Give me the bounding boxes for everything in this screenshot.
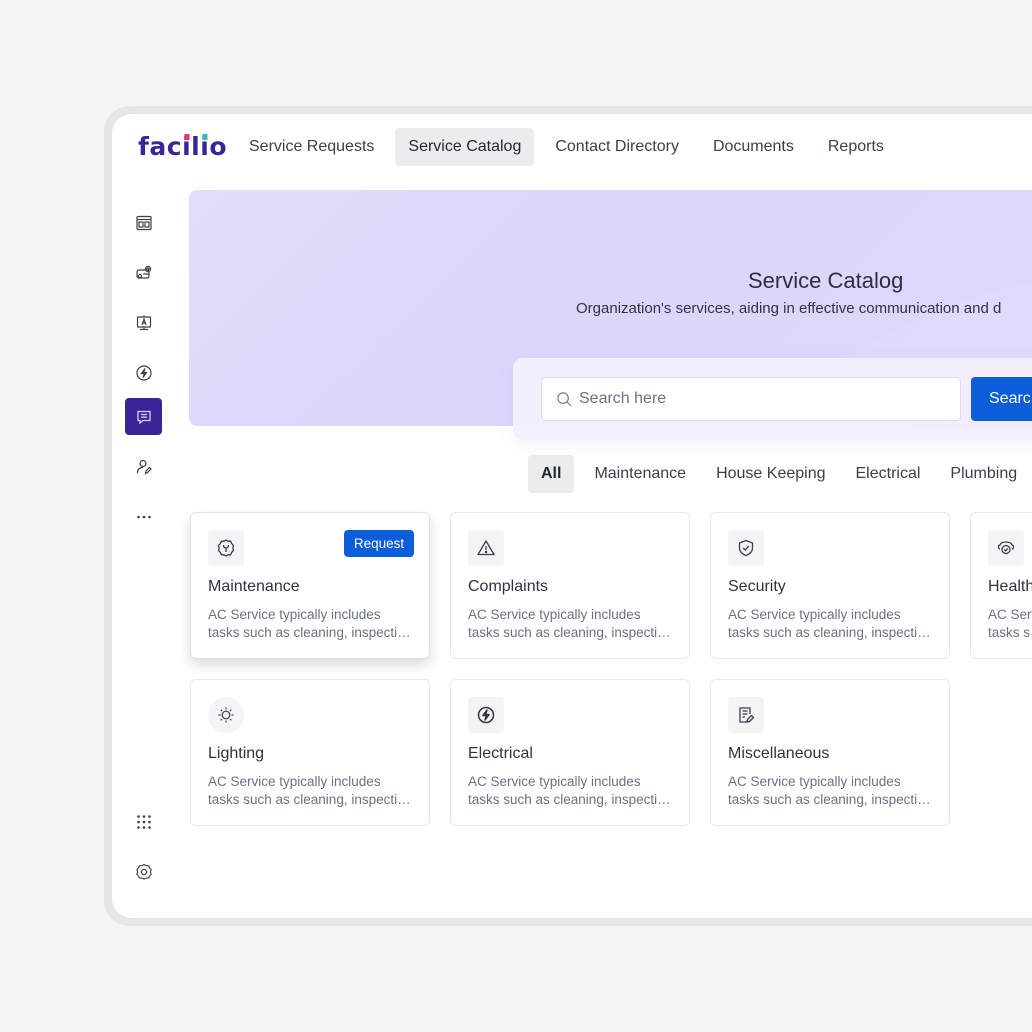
dashboard-icon [135,215,152,230]
card-icon-box [468,530,504,566]
sidebar-item-visitor[interactable] [125,304,162,341]
card-description: AC Service typically includes tasks such… [208,773,420,809]
sidebar [112,190,174,918]
card-icon-box [468,697,504,733]
tab-service-catalog[interactable]: Service Catalog [395,128,535,166]
search-input[interactable]: Search here [541,377,961,421]
chat-icon [136,410,151,424]
search-icon [557,391,572,407]
apps-grid-icon [136,814,151,829]
tab-contact-directory[interactable]: Contact Directory [542,128,692,166]
card-description: AC Service typically includes tasks such… [728,773,940,809]
tab-documents[interactable]: Documents [700,128,807,166]
filter-house-keeping[interactable]: House Keeping [706,455,835,493]
card-description: AC Service typically includes tasks such… [468,773,680,809]
card-description-line: tasks such as cleaning, inspecti… [728,625,931,640]
card-description-line: AC Serv [988,607,1032,622]
card-description: AC Service typically includes tasks such… [728,606,940,642]
visitor-icon [136,315,151,330]
card-icon-box [728,697,764,733]
sidebar-item-assets[interactable] [125,254,162,291]
card-description-line: tasks such as cleaning, inspecti… [468,792,671,807]
card-description-line: tasks such as cleaning, inspecti… [728,792,931,807]
note-edit-icon [739,707,755,723]
sun-icon [218,707,234,723]
tab-reports[interactable]: Reports [815,128,897,166]
card-icon-box [208,697,244,733]
card-title: Complaints [468,578,549,595]
sidebar-apps-grid[interactable] [125,803,162,840]
lightning-icon [477,706,495,724]
category-filters: All Maintenance House Keeping Electrical… [528,455,1031,493]
card-title: Lighting [208,745,265,762]
sidebar-item-more[interactable] [125,498,162,535]
assets-icon [135,265,151,279]
search-placeholder: Search here [579,390,667,407]
user-edit-icon [136,459,152,475]
request-button[interactable]: Request [344,530,414,557]
top-navigation: Service Requests Service Catalog Contact… [236,128,897,166]
card-description: AC Serv tasks s [988,606,1032,642]
search-button[interactable]: Searc [971,377,1032,421]
service-card-lighting[interactable]: Lighting AC Service typically includes t… [190,679,430,826]
card-title: Maintenance [208,578,300,595]
energy-icon [135,364,152,381]
app-window: facilio Service Requests Service Catalog… [112,114,1032,918]
page-title: Service Catalog [748,268,904,293]
card-title: Electrical [468,745,533,762]
card-description: AC Service typically includes tasks such… [468,606,680,642]
card-title: Security [728,578,786,595]
card-description-line: tasks such as cleaning, inspecti… [208,625,411,640]
card-description-line: tasks such as cleaning, inspecti… [468,625,671,640]
card-title: Health [988,578,1032,595]
settings-icon [135,863,152,880]
tab-service-requests[interactable]: Service Requests [236,128,387,166]
service-card-miscellaneous[interactable]: Miscellaneous AC Service typically inclu… [710,679,950,826]
filter-plumbing[interactable]: Plumbing [940,455,1027,493]
service-card-security[interactable]: Security AC Service typically includes t… [710,512,950,659]
health-icon [997,541,1015,555]
facilio-logo[interactable]: facilio [138,132,227,162]
card-description-line: tasks such as cleaning, inspecti… [208,792,411,807]
warning-icon [477,540,495,556]
card-description: AC Service typically includes tasks such… [208,606,420,642]
card-description-line: AC Service typically includes [468,607,641,622]
sidebar-item-user-edit[interactable] [125,448,162,485]
card-description-line: tasks s [988,625,1031,640]
shield-check-icon [738,539,754,557]
service-card-health[interactable]: Health AC Serv tasks s [970,512,1032,659]
card-icon-box [728,530,764,566]
card-description-line: AC Service typically includes [728,774,901,789]
service-card-maintenance[interactable]: Request Maintenance AC Service typically… [190,512,430,659]
page-subtitle: Organization's services, aiding in effec… [576,300,1002,317]
more-horizontal-icon [136,515,151,518]
card-icon-box [208,530,244,566]
service-card-electrical[interactable]: Electrical AC Service typically includes… [450,679,690,826]
card-title: Miscellaneous [728,745,830,762]
sidebar-item-energy[interactable] [125,354,162,391]
filter-electrical[interactable]: Electrical [846,455,931,493]
card-description-line: AC Service typically includes [208,607,381,622]
card-description-line: AC Service typically includes [468,774,641,789]
wrench-gear-icon [217,539,235,557]
filter-maintenance[interactable]: Maintenance [584,455,696,493]
service-card-complaints[interactable]: Complaints AC Service typically includes… [450,512,690,659]
card-description-line: AC Service typically includes [208,774,381,789]
card-icon-box [988,530,1024,566]
card-description-line: AC Service typically includes [728,607,901,622]
sidebar-item-dashboard[interactable] [125,204,162,241]
sidebar-settings[interactable] [125,853,162,890]
sidebar-item-chat[interactable] [125,398,162,435]
filter-all[interactable]: All [528,455,575,493]
